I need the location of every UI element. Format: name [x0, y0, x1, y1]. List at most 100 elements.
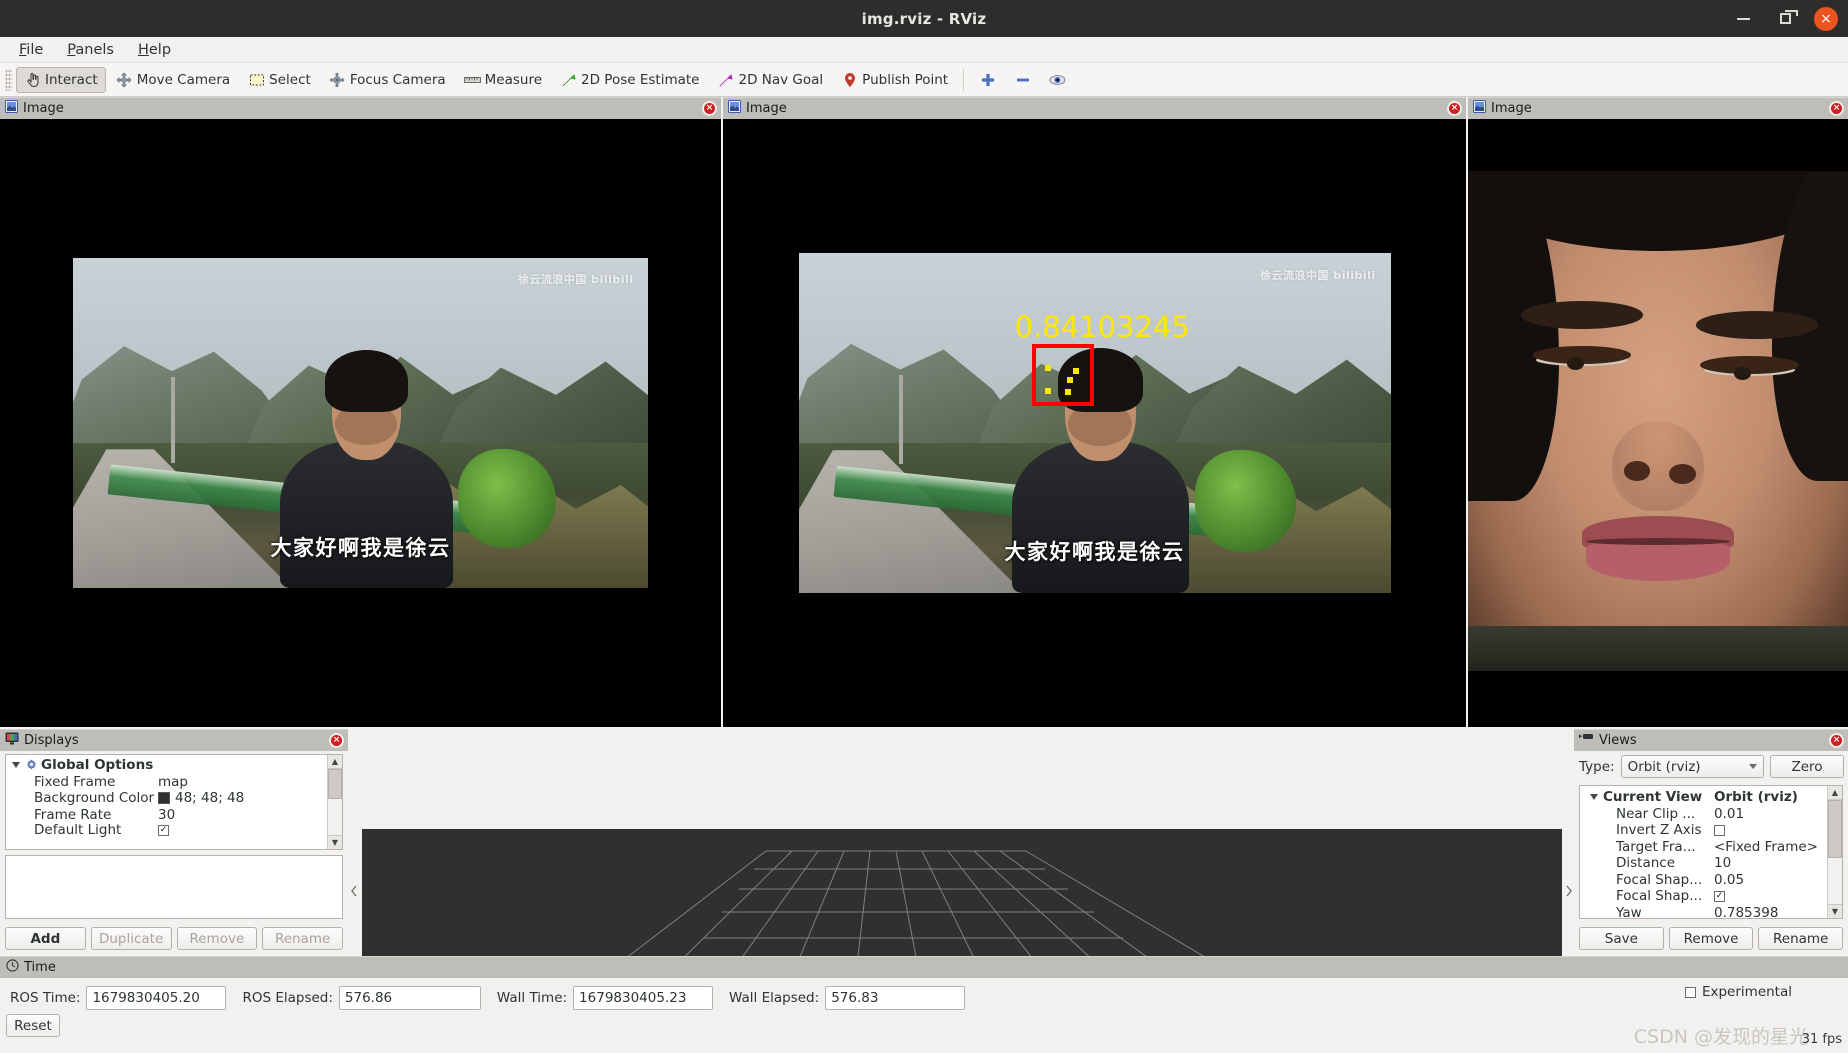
wall-time-input[interactable]: 1679830405.23 [573, 986, 714, 1010]
toolbar-minus-button[interactable] [1006, 67, 1039, 93]
magenta-arrow-icon [718, 71, 735, 88]
menu-item-panels[interactable]: Panels [56, 39, 125, 61]
display-row-frame-rate[interactable]: Frame Rate 30 [6, 807, 342, 824]
image-panel-3-body [1468, 119, 1848, 727]
views-titlebar: Views × [1574, 729, 1848, 751]
tool-move-camera[interactable]: Move Camera [108, 67, 238, 93]
toolbar-grip[interactable] [5, 68, 12, 91]
background-color-swatch[interactable] [158, 792, 170, 805]
wall-time-label: Wall Time: [496, 990, 568, 1006]
window-controls: × [1730, 0, 1838, 37]
display-row-global-options[interactable]: Global Options [6, 757, 342, 774]
displays-property-tree[interactable]: Global Options Fixed Frame map Backgroun… [5, 754, 343, 850]
menu-item-file[interactable]: File [8, 39, 54, 61]
view-row-key: Target Fra... [1616, 838, 1696, 855]
view-row-focal-shape-size[interactable]: Focal Shap... 0.05 [1580, 872, 1842, 889]
save-view-button[interactable]: Save [1579, 927, 1664, 950]
tool-2d-nav-goal[interactable]: 2D Nav Goal [710, 67, 832, 93]
ros-elapsed-input[interactable]: 576.86 [338, 986, 481, 1010]
scroll-down-icon[interactable]: ▼ [1828, 904, 1842, 918]
view-row-invert-z-axis[interactable]: Invert Z Axis [1580, 822, 1842, 839]
landmark-point [1067, 377, 1074, 384]
view-row-value[interactable]: 0.785398 [1710, 905, 1842, 918]
rename-display-button[interactable]: Rename [262, 927, 343, 950]
scrollbar-thumb[interactable] [328, 769, 342, 799]
view-row-key: Current View [1603, 789, 1703, 806]
chevron-down-icon[interactable] [1590, 794, 1598, 801]
view-row-near-clip[interactable]: Near Clip ... 0.01 [1580, 806, 1842, 823]
display-row-default-light[interactable]: Default Light ✓ [6, 823, 342, 837]
view-row-focal-shape-fixed[interactable]: Focal Shap... ✓ [1580, 888, 1842, 905]
displays-close-icon[interactable]: × [329, 733, 344, 748]
detection-bounding-box [1032, 343, 1095, 406]
image-panel-2-close-icon[interactable]: × [1447, 101, 1462, 116]
collar [1468, 626, 1848, 671]
image-panel-1: Image × 徐云流浪中国 bilibili 大家好啊我是徐云 [0, 97, 721, 727]
image-viewport-3[interactable] [1468, 119, 1848, 727]
eyebrow-right [1696, 311, 1818, 339]
menu-panels-rest: anels [75, 41, 114, 58]
default-light-checkbox[interactable]: ✓ [158, 824, 169, 836]
views-close-icon[interactable]: × [1829, 733, 1844, 748]
video-subtitle-2: 大家好啊我是徐云 [1004, 539, 1185, 564]
view-row-yaw[interactable]: Yaw 0.785398 [1580, 905, 1842, 918]
views-scrollbar[interactable]: ▲ ▼ [1827, 786, 1842, 918]
view-row-value[interactable]: 0.05 [1710, 872, 1842, 888]
scroll-down-icon[interactable]: ▼ [328, 835, 342, 849]
tool-2d-pose-estimate[interactable]: 2D Pose Estimate [552, 67, 707, 93]
video-frame-1: 徐云流浪中国 bilibili 大家好啊我是徐云 [73, 258, 648, 588]
image-viewport-2[interactable]: 0.84103245 徐云流浪中国 bilibili 大家好啊我是徐云 [723, 119, 1466, 727]
scrollbar-thumb[interactable] [1828, 800, 1842, 858]
image-viewport-1[interactable]: 徐云流浪中国 bilibili 大家好啊我是徐云 [0, 119, 721, 727]
remove-display-button[interactable]: Remove [176, 927, 258, 950]
tool-measure[interactable]: Measure [456, 67, 550, 93]
remove-view-button[interactable]: Remove [1668, 927, 1754, 950]
toolbar-eye-button[interactable] [1041, 67, 1074, 93]
view-row-value[interactable]: 10 [1710, 855, 1842, 871]
tool-measure-label: Measure [484, 71, 543, 88]
view-type-select[interactable]: Orbit (rviz) [1620, 755, 1764, 778]
display-row-value[interactable]: 30 [154, 807, 342, 823]
view-row-target-frame[interactable]: Target Fra... <Fixed Frame> [1580, 839, 1842, 856]
maximize-button[interactable] [1772, 6, 1798, 32]
reset-time-button[interactable]: Reset [6, 1014, 60, 1037]
views-property-tree[interactable]: Current View Orbit (rviz) Near Clip ... … [1579, 785, 1843, 919]
view-type-value: Orbit (rviz) [1627, 758, 1701, 775]
wall-elapsed-input[interactable]: 576.83 [825, 986, 966, 1010]
tool-focus-camera[interactable]: Focus Camera [321, 67, 454, 93]
zero-view-button[interactable]: Zero [1770, 755, 1844, 778]
video-frame-2: 0.84103245 徐云流浪中国 bilibili 大家好啊我是徐云 [798, 253, 1391, 593]
minimize-button[interactable] [1730, 6, 1756, 32]
display-row-fixed-frame[interactable]: Fixed Frame map [6, 774, 342, 791]
view-row-value[interactable]: 0.01 [1710, 806, 1842, 822]
view-row-value[interactable]: <Fixed Frame> [1710, 839, 1842, 855]
chevron-down-icon[interactable] [12, 762, 20, 769]
toolbar-plus-button[interactable] [971, 67, 1004, 93]
view-row-current-view[interactable]: Current View Orbit (rviz) [1580, 789, 1842, 806]
ros-time-input[interactable]: 1679830405.20 [86, 986, 227, 1010]
close-button[interactable]: × [1814, 6, 1838, 31]
display-row-background-color[interactable]: Background Color 48; 48; 48 [6, 790, 342, 807]
utility-pole [170, 376, 175, 463]
tool-publish-point[interactable]: Publish Point [833, 67, 956, 93]
view-row-distance[interactable]: Distance 10 [1580, 855, 1842, 872]
tool-select[interactable]: Select [240, 67, 319, 93]
select-rectangle-icon [248, 71, 265, 88]
duplicate-display-button[interactable]: Duplicate [90, 927, 172, 950]
experimental-checkbox[interactable] [1684, 986, 1696, 998]
invert-z-axis-checkbox[interactable] [1714, 824, 1725, 836]
scroll-up-icon[interactable]: ▲ [1828, 786, 1842, 800]
displays-scrollbar[interactable]: ▲ ▼ [327, 755, 342, 849]
add-display-button[interactable]: Add [5, 927, 86, 950]
image-panel-1-close-icon[interactable]: × [702, 101, 717, 116]
tool-interact[interactable]: Interact [16, 66, 106, 93]
menu-item-help[interactable]: Help [127, 39, 182, 61]
image-panel-3-close-icon[interactable]: × [1829, 101, 1844, 116]
views-title: Views [1599, 733, 1637, 748]
person-hair [324, 350, 408, 413]
tool-2d-nav-goal-label: 2D Nav Goal [738, 71, 824, 88]
focal-shape-fixed-checkbox[interactable]: ✓ [1714, 890, 1725, 902]
display-row-value[interactable]: map [154, 774, 342, 790]
scroll-up-icon[interactable]: ▲ [328, 755, 342, 769]
rename-view-button[interactable]: Rename [1758, 927, 1844, 950]
